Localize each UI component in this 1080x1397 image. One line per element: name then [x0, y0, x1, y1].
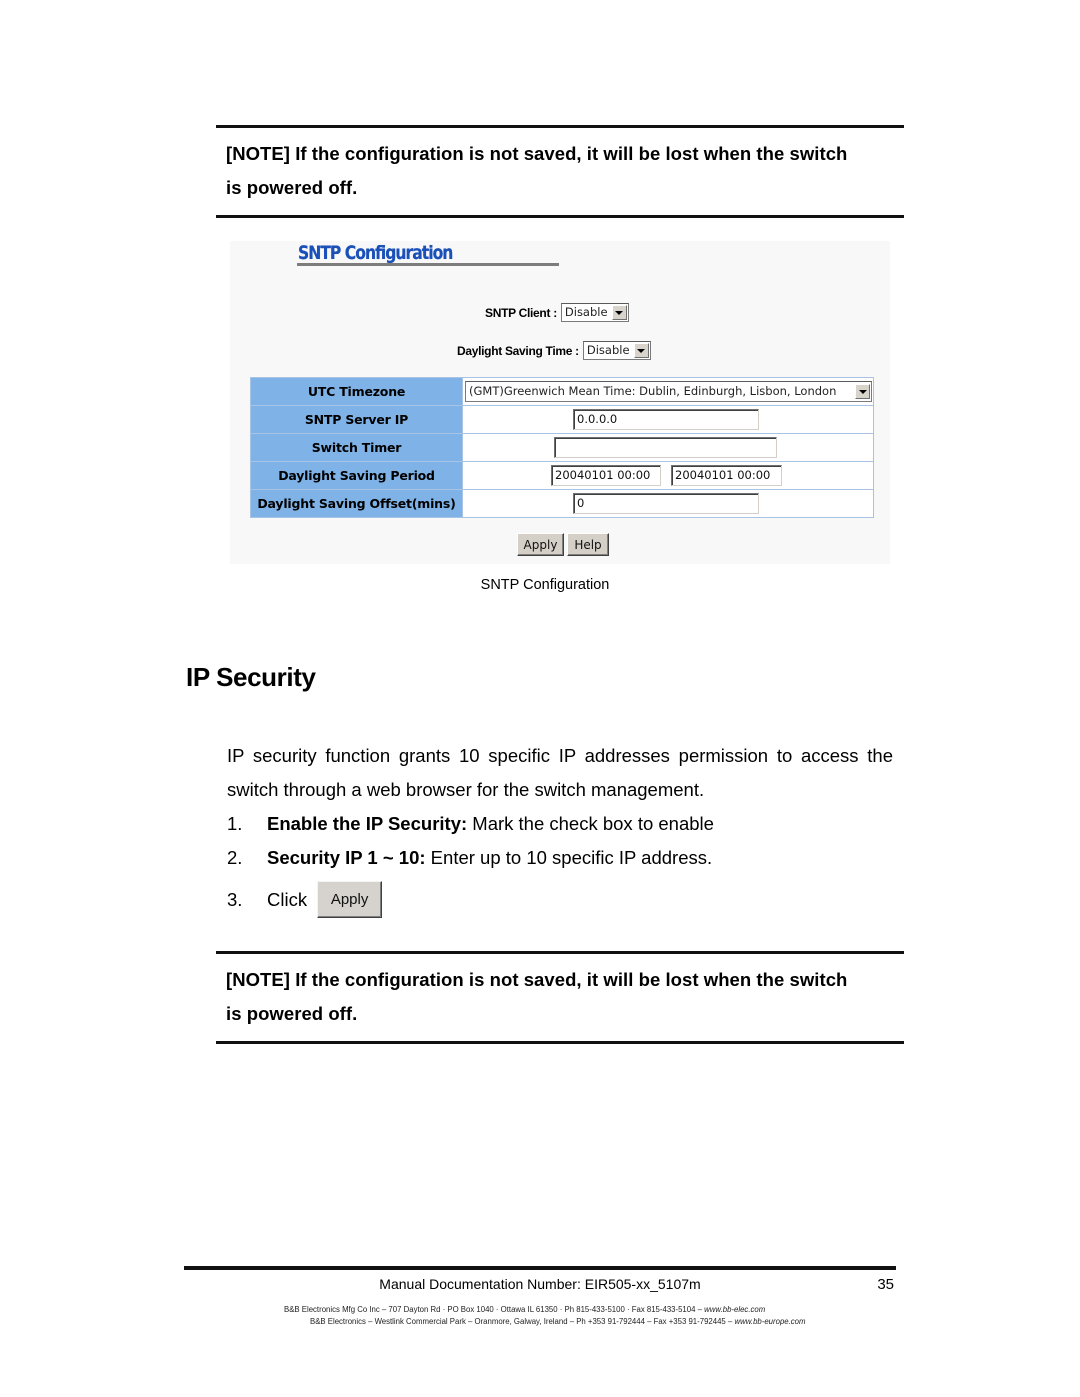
daylight-saving-time-label: Daylight Saving Time : [457, 343, 579, 358]
table-row: Daylight Saving Offset(mins) 0 [250, 489, 874, 518]
step-text: Enter up to 10 specific IP address. [425, 847, 713, 868]
table-row: SNTP Server IP 0.0.0.0 [250, 405, 874, 434]
utc-timezone-label: UTC Timezone [250, 377, 463, 406]
sntp-client-value: Disable [564, 305, 608, 319]
section-title: IP Security [186, 662, 316, 692]
url-us-link[interactable]: www.bb-elec.com [704, 1305, 765, 1314]
doc-number: Manual Documentation Number: EIR505-xx_5… [379, 1276, 701, 1292]
sntp-config-panel: SNTP Configuration SNTP Client : Disable… [230, 241, 890, 564]
apply-button-image: Apply [317, 881, 383, 918]
daylight-saving-end-input[interactable]: 20040101 00:00 [671, 465, 782, 486]
footer-address-us: B&B Electronics Mfg Co Inc – 707 Dayton … [284, 1305, 765, 1314]
step-3: 3. Click Apply [227, 881, 383, 918]
step-number: 3. [227, 888, 243, 910]
sntp-client-row: SNTP Client : Disable [485, 303, 629, 322]
note-line-2: is powered off. [226, 1003, 358, 1024]
note-line-2: is powered off. [226, 177, 358, 198]
daylight-saving-period-label: Daylight Saving Period [250, 461, 463, 490]
note-box: [NOTE] If the configuration is not saved… [216, 125, 904, 218]
sntp-settings-table: UTC Timezone (GMT)Greenwich Mean Time: D… [250, 377, 874, 518]
note-text: [NOTE] If the configuration is not saved… [216, 128, 904, 215]
sntp-server-ip-label: SNTP Server IP [250, 405, 463, 434]
section-intro: IP security function grants 10 specific … [227, 745, 893, 800]
step-text: Click [267, 888, 308, 910]
note-line-1: [NOTE] If the configuration is not saved… [226, 969, 848, 990]
footer-rule [184, 1266, 896, 1270]
chevron-down-icon [858, 389, 867, 394]
sntp-server-ip-input[interactable]: 0.0.0.0 [573, 409, 759, 430]
note-bottom-rule [216, 215, 904, 218]
daylight-saving-start-input[interactable]: 20040101 00:00 [551, 465, 661, 486]
table-row: Daylight Saving Period 20040101 00:00 20… [250, 461, 874, 490]
daylight-saving-offset-label: Daylight Saving Offset(mins) [250, 489, 463, 518]
step-text: Mark the check box to enable [467, 813, 714, 834]
note-line-1: [NOTE] If the configuration is not saved… [226, 143, 848, 164]
daylight-saving-time-row: Daylight Saving Time : Disable [457, 341, 651, 360]
note-text: [NOTE] If the configuration is not saved… [216, 954, 904, 1041]
step-term: Enable the IP Security: [267, 813, 468, 834]
utc-timezone-value: (GMT)Greenwich Mean Time: Dublin, Edinbu… [469, 384, 837, 398]
daylight-saving-time-value: Disable [586, 343, 630, 357]
daylight-saving-period-cell: 20040101 00:00 20040101 00:00 [462, 461, 874, 490]
sntp-panel-title: SNTP Configuration [298, 242, 453, 264]
dropdown-button[interactable] [611, 305, 627, 320]
step-term: Security IP 1 ~ 10: [267, 847, 426, 868]
daylight-saving-offset-cell: 0 [462, 489, 874, 518]
address-us-text: B&B Electronics Mfg Co Inc – 707 Dayton … [284, 1305, 705, 1314]
chevron-down-icon [637, 348, 646, 353]
table-row: Switch Timer [250, 433, 874, 462]
step-number: 2. [227, 847, 243, 868]
daylight-saving-time-select[interactable]: Disable [582, 341, 651, 360]
chevron-down-icon [615, 310, 624, 315]
sntp-client-label: SNTP Client : [485, 305, 557, 320]
step-number: 1. [227, 813, 243, 834]
dropdown-button[interactable] [633, 343, 649, 358]
switch-timer-input[interactable] [554, 437, 777, 458]
footer-address-eu: B&B Electronics – Westlink Commercial Pa… [310, 1317, 806, 1326]
note-box: [NOTE] If the configuration is not saved… [216, 951, 904, 1044]
switch-timer-label: Switch Timer [250, 433, 463, 462]
table-row: UTC Timezone (GMT)Greenwich Mean Time: D… [250, 377, 874, 406]
utc-timezone-cell: (GMT)Greenwich Mean Time: Dublin, Edinbu… [462, 377, 874, 406]
dropdown-button[interactable] [855, 384, 870, 399]
address-eu-text: B&B Electronics – Westlink Commercial Pa… [310, 1317, 735, 1326]
step-2: 2. Security IP 1 ~ 10: Enter up to 10 sp… [227, 841, 712, 875]
daylight-saving-offset-input[interactable]: 0 [573, 493, 759, 514]
sntp-server-ip-cell: 0.0.0.0 [462, 405, 874, 434]
utc-timezone-select[interactable]: (GMT)Greenwich Mean Time: Dublin, Edinbu… [465, 381, 872, 402]
apply-button[interactable]: Apply [517, 533, 564, 556]
page-number: 35 [877, 1276, 894, 1293]
title-underline [297, 263, 559, 266]
sntp-client-select[interactable]: Disable [560, 303, 629, 322]
figure-caption: SNTP Configuration [480, 577, 610, 593]
help-button[interactable]: Help [567, 533, 609, 556]
switch-timer-cell [462, 433, 874, 462]
step-1: 1. Enable the IP Security: Mark the chec… [227, 807, 714, 841]
url-eu-link[interactable]: www.bb-europe.com [734, 1317, 805, 1326]
note-bottom-rule [216, 1041, 904, 1044]
